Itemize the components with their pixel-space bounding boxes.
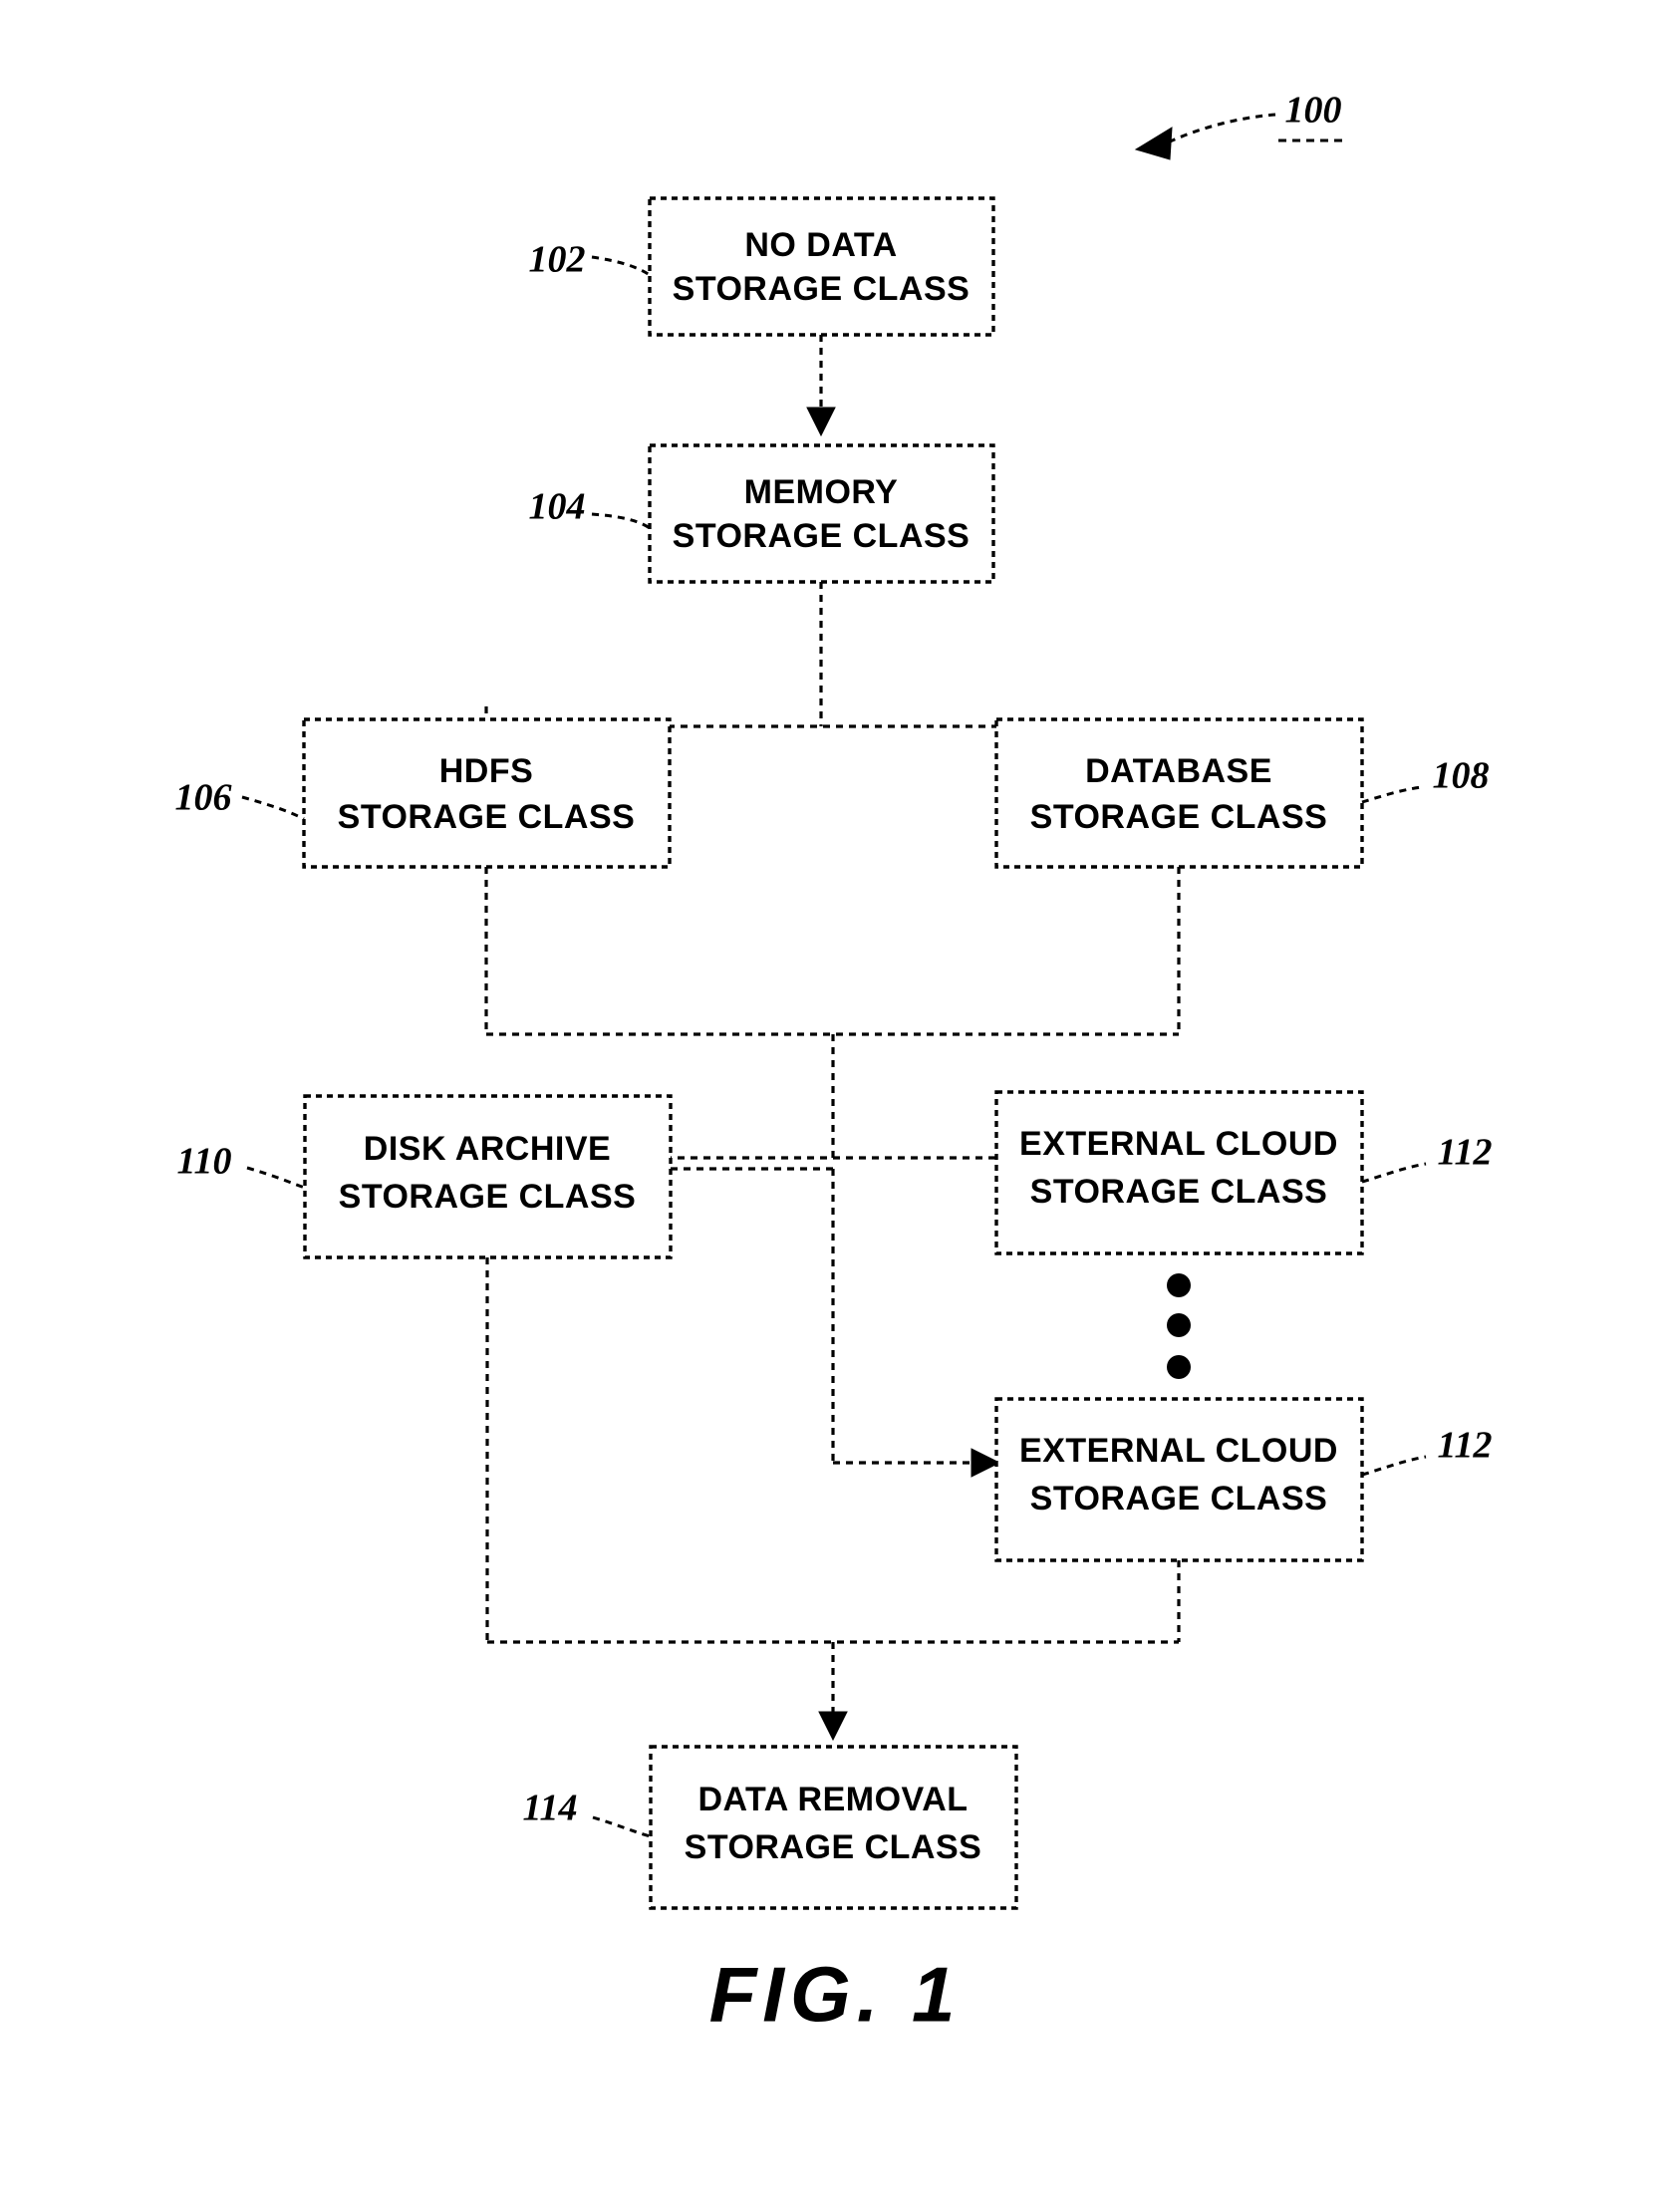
figure-canvas: 100 NO DATA STORAGE CLASS 102 MEMORY STO… <box>175 90 1493 2039</box>
ellipsis-dot-2 <box>1167 1313 1191 1337</box>
ref-callout-108: 108 <box>1361 755 1490 804</box>
node-no-data-line2: STORAGE CLASS <box>673 270 971 308</box>
node-memory-storage-class[interactable]: MEMORY STORAGE CLASS <box>648 443 995 584</box>
node-data-removal-storage-class[interactable]: DATA REMOVAL STORAGE CLASS <box>649 1745 1018 1910</box>
ref-callout-112-second: 112 <box>1361 1425 1493 1477</box>
ref-112-first-text: 112 <box>1438 1132 1493 1174</box>
node-no-data-box[interactable] <box>648 196 995 337</box>
patent-figure: 100 NO DATA STORAGE CLASS 102 MEMORY STO… <box>0 0 1666 2212</box>
ref-108-leader <box>1361 785 1423 804</box>
ref-112-first-leader <box>1361 1162 1427 1184</box>
vertical-ellipsis <box>1167 1273 1191 1379</box>
node-database-storage-class[interactable]: DATABASE STORAGE CLASS <box>994 717 1364 869</box>
ref-104-text: 104 <box>529 486 586 528</box>
node-external-cloud-2-line2: STORAGE CLASS <box>1030 1480 1328 1518</box>
ref-callout-104: 104 <box>529 486 651 530</box>
diagram-number-text: 100 <box>1285 90 1342 132</box>
node-memory-line1: MEMORY <box>744 473 899 511</box>
ref-104-leader <box>591 512 651 530</box>
ref-110-text: 110 <box>177 1141 232 1183</box>
ref-102-leader <box>591 255 651 277</box>
ref-110-leader <box>246 1166 306 1190</box>
ref-114-leader <box>592 1815 652 1838</box>
node-external-cloud-storage-class-1[interactable]: EXTERNAL CLOUD STORAGE CLASS <box>994 1090 1364 1255</box>
ref-112-second-leader <box>1361 1455 1427 1477</box>
node-hdfs-line1: HDFS <box>439 752 534 790</box>
node-no-data-storage-class[interactable]: NO DATA STORAGE CLASS <box>648 196 995 337</box>
node-disk-archive-line2: STORAGE CLASS <box>339 1178 637 1216</box>
node-external-cloud-2-line1: EXTERNAL CLOUD <box>1019 1432 1338 1470</box>
node-data-removal-line2: STORAGE CLASS <box>685 1828 982 1866</box>
ref-102-text: 102 <box>529 239 586 281</box>
ref-callout-110: 110 <box>177 1141 306 1190</box>
connector-no-data-to-memory <box>806 335 836 437</box>
node-disk-archive-line1: DISK ARCHIVE <box>364 1130 611 1168</box>
node-memory-box[interactable] <box>648 443 995 584</box>
node-database-box[interactable] <box>994 717 1364 869</box>
node-memory-line2: STORAGE CLASS <box>673 517 971 555</box>
ref-114-text: 114 <box>523 1788 578 1829</box>
node-external-cloud-storage-class-2[interactable]: EXTERNAL CLOUD STORAGE CLASS <box>994 1397 1364 1562</box>
node-database-line2: STORAGE CLASS <box>1030 798 1328 836</box>
diagram-number-callout: 100 <box>1134 90 1347 160</box>
ref-106-text: 106 <box>175 777 232 819</box>
node-external-cloud-1-line2: STORAGE CLASS <box>1030 1173 1328 1211</box>
ellipsis-dot-3 <box>1167 1355 1191 1379</box>
node-database-line1: DATABASE <box>1085 752 1272 790</box>
node-data-removal-line1: DATA REMOVAL <box>697 1781 968 1818</box>
ref-112-second-text: 112 <box>1438 1425 1493 1467</box>
ref-callout-112-first: 112 <box>1361 1132 1493 1184</box>
node-disk-archive-storage-class[interactable]: DISK ARCHIVE STORAGE CLASS <box>303 1094 673 1259</box>
final-merge-arrowhead <box>818 1711 848 1742</box>
ref-callout-114: 114 <box>523 1788 652 1838</box>
ref-callout-106: 106 <box>175 777 305 821</box>
node-hdfs-line2: STORAGE CLASS <box>338 798 636 836</box>
figure-caption: FIG. 1 <box>709 1951 962 2039</box>
connector-disk-archive-to-external-cloud-2 <box>671 1167 1001 1478</box>
ref-callout-102: 102 <box>529 239 651 281</box>
node-external-cloud-1-line1: EXTERNAL CLOUD <box>1019 1125 1338 1163</box>
connector-arrowhead <box>806 407 836 437</box>
ellipsis-dot-1 <box>1167 1273 1191 1297</box>
node-hdfs-box[interactable] <box>302 717 672 869</box>
ref-106-leader <box>241 795 305 821</box>
node-hdfs-storage-class[interactable]: HDFS STORAGE CLASS <box>302 717 672 869</box>
diagram-number-leader <box>1167 113 1276 144</box>
diagram-number-arrowhead <box>1134 127 1173 160</box>
node-no-data-line1: NO DATA <box>744 226 897 264</box>
ref-108-text: 108 <box>1433 755 1490 797</box>
